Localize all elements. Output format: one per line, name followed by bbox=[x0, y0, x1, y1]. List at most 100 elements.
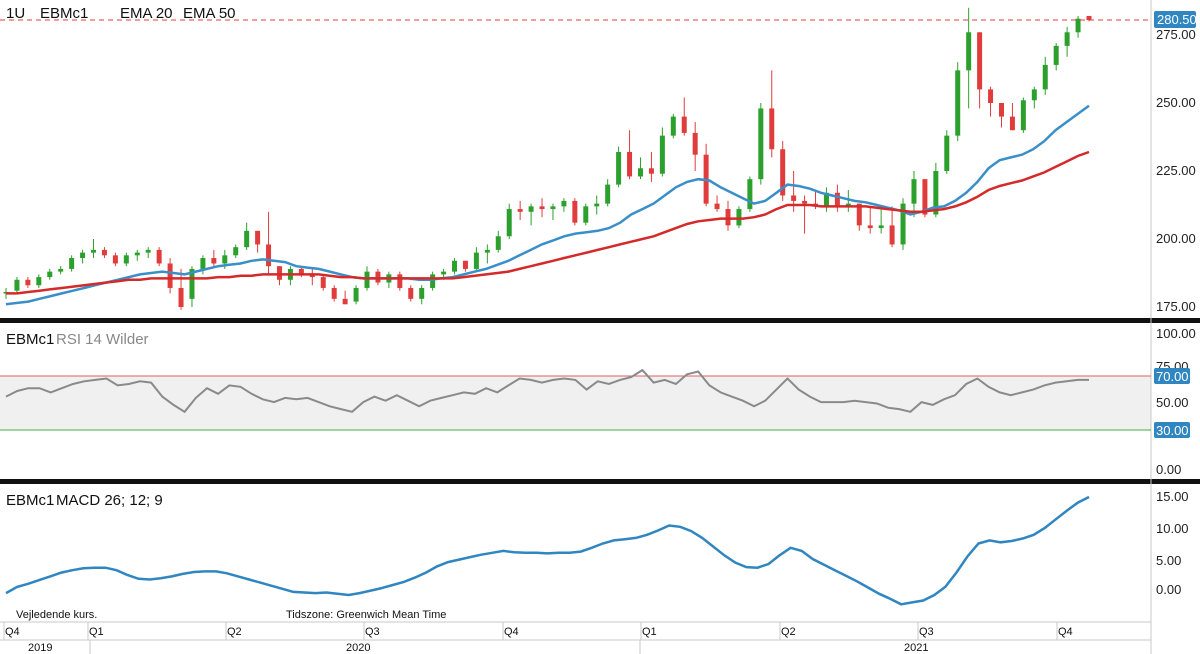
candle-up[interactable] bbox=[506, 209, 512, 237]
candle-up[interactable] bbox=[966, 32, 972, 71]
candle-up[interactable] bbox=[550, 206, 556, 210]
macd-tick: 0.00 bbox=[1156, 582, 1181, 597]
candle-down[interactable] bbox=[167, 263, 173, 288]
candle-down[interactable] bbox=[276, 266, 282, 280]
candle-up[interactable] bbox=[419, 287, 425, 299]
ema20-legend[interactable]: EMA 20 bbox=[120, 5, 173, 22]
candle-down[interactable] bbox=[517, 209, 523, 212]
quarter-label: Q2 bbox=[227, 626, 242, 638]
candle-up[interactable] bbox=[605, 184, 611, 204]
candle-down[interactable] bbox=[112, 255, 118, 264]
candle-up[interactable] bbox=[878, 225, 884, 229]
candle-down[interactable] bbox=[998, 103, 1004, 117]
candle-down[interactable] bbox=[25, 279, 31, 286]
candle-down[interactable] bbox=[101, 249, 107, 256]
candle-up[interactable] bbox=[441, 271, 447, 275]
candle-down[interactable] bbox=[266, 244, 272, 267]
candle-down[interactable] bbox=[1086, 15, 1092, 21]
candle-down[interactable] bbox=[1009, 116, 1015, 131]
candle-down[interactable] bbox=[977, 32, 983, 90]
candle-down[interactable] bbox=[648, 168, 654, 174]
candle-down[interactable] bbox=[572, 200, 578, 223]
macd-symbol-label[interactable]: EBMc1 bbox=[6, 492, 54, 509]
macd-indicator-label[interactable]: MACD 26; 12; 9 bbox=[56, 492, 163, 509]
candle-down[interactable] bbox=[178, 287, 184, 307]
candle-down[interactable] bbox=[867, 225, 873, 229]
candle-up[interactable] bbox=[561, 200, 567, 207]
candle-up[interactable] bbox=[353, 287, 359, 302]
candle-up[interactable] bbox=[80, 252, 86, 259]
candle-up[interactable] bbox=[452, 260, 458, 272]
candle-down[interactable] bbox=[156, 249, 162, 264]
candle-up[interactable] bbox=[134, 252, 140, 256]
candle-down[interactable] bbox=[834, 192, 840, 207]
candle-up[interactable] bbox=[670, 116, 676, 136]
candle-down[interactable] bbox=[802, 200, 808, 204]
candle-up[interactable] bbox=[222, 255, 228, 264]
candle-down[interactable] bbox=[627, 151, 633, 177]
candle-up[interactable] bbox=[244, 230, 250, 248]
interval-label[interactable]: 1U bbox=[6, 5, 25, 22]
candle-down[interactable] bbox=[255, 230, 261, 245]
symbol-label[interactable]: EBMc1 bbox=[40, 5, 88, 22]
candle-up[interactable] bbox=[659, 135, 665, 174]
candle-up[interactable] bbox=[758, 108, 764, 180]
candle-down[interactable] bbox=[692, 132, 698, 155]
candle-down[interactable] bbox=[681, 116, 687, 133]
candle-up[interactable] bbox=[69, 258, 75, 269]
candle-up[interactable] bbox=[233, 247, 239, 256]
candle-up[interactable] bbox=[145, 249, 151, 253]
candle-up[interactable] bbox=[473, 252, 479, 269]
candle-up[interactable] bbox=[58, 268, 64, 272]
candle-down[interactable] bbox=[211, 258, 217, 264]
candle-up[interactable] bbox=[14, 279, 20, 291]
rsi-indicator-label[interactable]: RSI 14 Wilder bbox=[56, 331, 149, 348]
candle-up[interactable] bbox=[430, 274, 436, 288]
candle-up[interactable] bbox=[528, 206, 534, 212]
candle-up[interactable] bbox=[1031, 89, 1037, 101]
candle-up[interactable] bbox=[200, 258, 206, 269]
candle-up[interactable] bbox=[747, 179, 753, 210]
candle-up[interactable] bbox=[583, 206, 589, 223]
candle-down[interactable] bbox=[408, 287, 414, 299]
candle-up[interactable] bbox=[1064, 32, 1070, 46]
candle-down[interactable] bbox=[375, 271, 381, 283]
candle-up[interactable] bbox=[36, 277, 42, 286]
candle-down[interactable] bbox=[462, 260, 468, 269]
rsi-tick: 0.00 bbox=[1156, 462, 1181, 477]
candle-down[interactable] bbox=[342, 298, 348, 305]
time-axis[interactable]: Q4 Q1 Q2 Q3 Q4 Q1 Q2 Q3 Q4 2019 2020 2021 bbox=[0, 622, 1151, 654]
candle-up[interactable] bbox=[91, 249, 97, 253]
candle-up[interactable] bbox=[495, 236, 501, 250]
candle-up[interactable] bbox=[1042, 64, 1048, 90]
candle-down[interactable] bbox=[889, 225, 895, 245]
candle-down[interactable] bbox=[769, 108, 775, 150]
panel-divider-2[interactable] bbox=[0, 479, 1200, 484]
candle-up[interactable] bbox=[47, 271, 53, 278]
candle-up[interactable] bbox=[594, 203, 600, 207]
candle-down[interactable] bbox=[791, 195, 797, 201]
ema50-legend[interactable]: EMA 50 bbox=[183, 5, 236, 22]
candle-up[interactable] bbox=[1075, 18, 1081, 33]
candle-up[interactable] bbox=[944, 135, 950, 171]
candle-down[interactable] bbox=[988, 89, 994, 103]
candle-down[interactable] bbox=[539, 206, 545, 210]
panel-divider-1[interactable] bbox=[0, 318, 1200, 323]
candle-up[interactable] bbox=[616, 151, 622, 185]
candle-down[interactable] bbox=[320, 277, 326, 288]
candle-down[interactable] bbox=[331, 287, 337, 299]
candle-down[interactable] bbox=[714, 203, 720, 210]
candle-up[interactable] bbox=[123, 255, 129, 264]
candle-up[interactable] bbox=[955, 70, 961, 136]
candle-down[interactable] bbox=[397, 274, 403, 288]
candle-up[interactable] bbox=[484, 249, 490, 253]
rsi-symbol-label[interactable]: EBMc1 bbox=[6, 331, 54, 348]
candle-up[interactable] bbox=[736, 209, 742, 226]
candle-up[interactable] bbox=[911, 179, 917, 204]
candle-down[interactable] bbox=[725, 209, 731, 226]
candle-up[interactable] bbox=[637, 168, 643, 177]
quarter-label: Q4 bbox=[5, 626, 20, 638]
candle-up[interactable] bbox=[1053, 45, 1059, 65]
candle-up[interactable] bbox=[1020, 100, 1026, 131]
candle-up[interactable] bbox=[364, 271, 370, 288]
